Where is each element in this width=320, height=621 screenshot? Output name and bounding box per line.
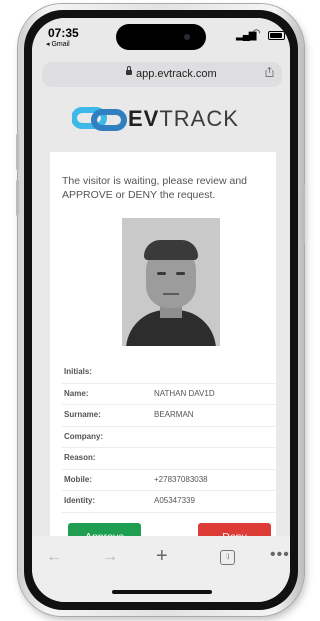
visitor-details: Initials: Name: NATHAN DAV1D Surname: BE… — [62, 362, 278, 513]
field-label: Company: — [64, 431, 104, 441]
review-prompt: The visitor is waiting, please review an… — [62, 175, 248, 201]
volume-down-button — [16, 180, 19, 216]
field-label: Reason: — [64, 453, 96, 462]
field-row-name: Name: NATHAN DAV1D — [62, 384, 278, 405]
more-options-icon[interactable]: ••• — [270, 546, 290, 564]
field-row-identity: Identity: A05347339 — [62, 491, 278, 513]
field-label: Initials: — [64, 367, 93, 376]
field-value: NATHAN DAV1D — [154, 388, 215, 398]
share-icon[interactable] — [265, 67, 274, 77]
field-value: BEARMAN — [154, 410, 194, 419]
field-label: Name: — [64, 388, 89, 398]
tabs-icon[interactable]: :) — [220, 550, 235, 565]
browser-toolbar: ← → + :) ••• — [32, 536, 290, 602]
home-indicator — [112, 590, 212, 594]
wifi-icon: ◠ — [252, 28, 261, 39]
phone-frame: 07:35 ◂ Gmail ▂▄▆ ◠ app.evtrack.com EVTR… — [16, 4, 305, 616]
logo-mark-icon — [72, 107, 127, 131]
new-tab-plus-icon[interactable]: + — [156, 545, 168, 568]
field-row-mobile: Mobile: +27837083038 — [62, 470, 278, 491]
evtrack-logo: EVTRACK — [72, 102, 262, 136]
phone-screen: 07:35 ◂ Gmail ▂▄▆ ◠ app.evtrack.com EVTR… — [32, 18, 290, 602]
dynamic-island — [116, 24, 206, 50]
field-row-surname: Surname: BEARMAN — [62, 405, 278, 427]
lock-icon — [126, 66, 132, 75]
field-label: Mobile: — [64, 474, 92, 484]
url-bar[interactable]: app.evtrack.com — [42, 62, 282, 87]
logo-text-bold: EV — [128, 106, 160, 131]
field-value: +27837083038 — [154, 474, 208, 484]
back-arrow-icon[interactable]: ← — [46, 548, 62, 566]
volume-up-button — [16, 134, 19, 170]
status-bar: 07:35 ◂ Gmail ▂▄▆ ◠ — [32, 18, 290, 62]
status-time: 07:35 — [48, 26, 79, 40]
logo-text: EVTRACK — [128, 106, 239, 132]
field-label: Surname: — [64, 410, 101, 419]
back-to-app-link[interactable]: ◂ Gmail — [46, 40, 70, 48]
field-value: A05347339 — [154, 496, 195, 505]
field-row-reason: Reason: — [62, 448, 278, 470]
field-row-company: Company: — [62, 427, 278, 448]
forward-arrow-icon[interactable]: → — [102, 548, 118, 566]
power-button — [302, 184, 305, 244]
url-text: app.evtrack.com — [136, 68, 217, 80]
logo-text-light: TRACK — [159, 106, 239, 131]
visitor-photo — [122, 218, 220, 346]
battery-icon — [268, 31, 285, 40]
field-label: Identity: — [64, 496, 96, 505]
field-row-initials: Initials: — [62, 362, 278, 384]
